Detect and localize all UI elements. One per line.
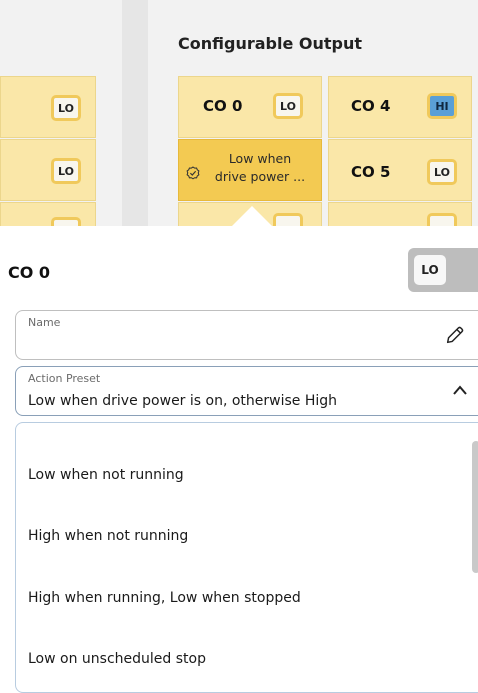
toggle-knob: LO [414,255,446,285]
co0-cell[interactable]: CO 0 LO [178,76,322,138]
co4-name: CO 4 [351,97,391,115]
state-toggle[interactable]: LO [408,248,478,292]
dropdown-option[interactable]: High when not running [28,528,188,544]
popup-title: CO 0 [8,263,51,282]
action-preset-dropdown: Low when not running High when not runni… [15,422,478,693]
co5-name: CO 5 [351,163,391,181]
dropdown-scrollbar[interactable] [472,441,478,573]
name-field-label: Name [28,316,61,329]
output-cell[interactable]: LO [0,76,96,138]
action-preset-label: Action Preset [28,372,101,385]
co0-name: CO 0 [203,97,243,115]
co4-badge: HI [427,93,457,119]
action-preset-value: Low when drive power is on, otherwise Hi… [28,393,338,409]
dropdown-option[interactable]: Low on unscheduled stop [28,651,206,667]
chevron-up-icon[interactable] [452,384,468,396]
co0-badge: LO [273,93,303,119]
co5-badge: LO [427,159,457,185]
check-badge-icon [186,166,200,180]
dropdown-option[interactable]: Low when not running [28,467,184,483]
co4-cell[interactable]: CO 4 HI [328,76,472,138]
section-title: Configurable Output [178,34,363,53]
co5-cell[interactable]: CO 5 LO [328,139,472,201]
co0-action-desc-line2: drive power ... [214,169,306,184]
action-preset-select[interactable]: Action Preset Low when drive power is on… [15,366,478,416]
pencil-icon[interactable] [444,324,466,346]
state-badge: LO [51,95,81,121]
outputs-panel: Configurable Output LO LO LO CO 0 LO Low… [0,0,478,243]
state-badge: LO [51,158,81,184]
co-edit-popup: CO 0 LO Name Action Preset Low when driv… [0,226,478,693]
divider [122,0,148,240]
co0-action-desc-line1: Low when [228,151,292,166]
dropdown-option[interactable]: High when running, Low when stopped [28,590,301,606]
popup-pointer [232,206,272,226]
co0-action-cell[interactable]: Low when drive power ... [178,139,322,201]
output-cell[interactable]: LO [0,139,96,201]
name-field[interactable]: Name [15,310,478,360]
